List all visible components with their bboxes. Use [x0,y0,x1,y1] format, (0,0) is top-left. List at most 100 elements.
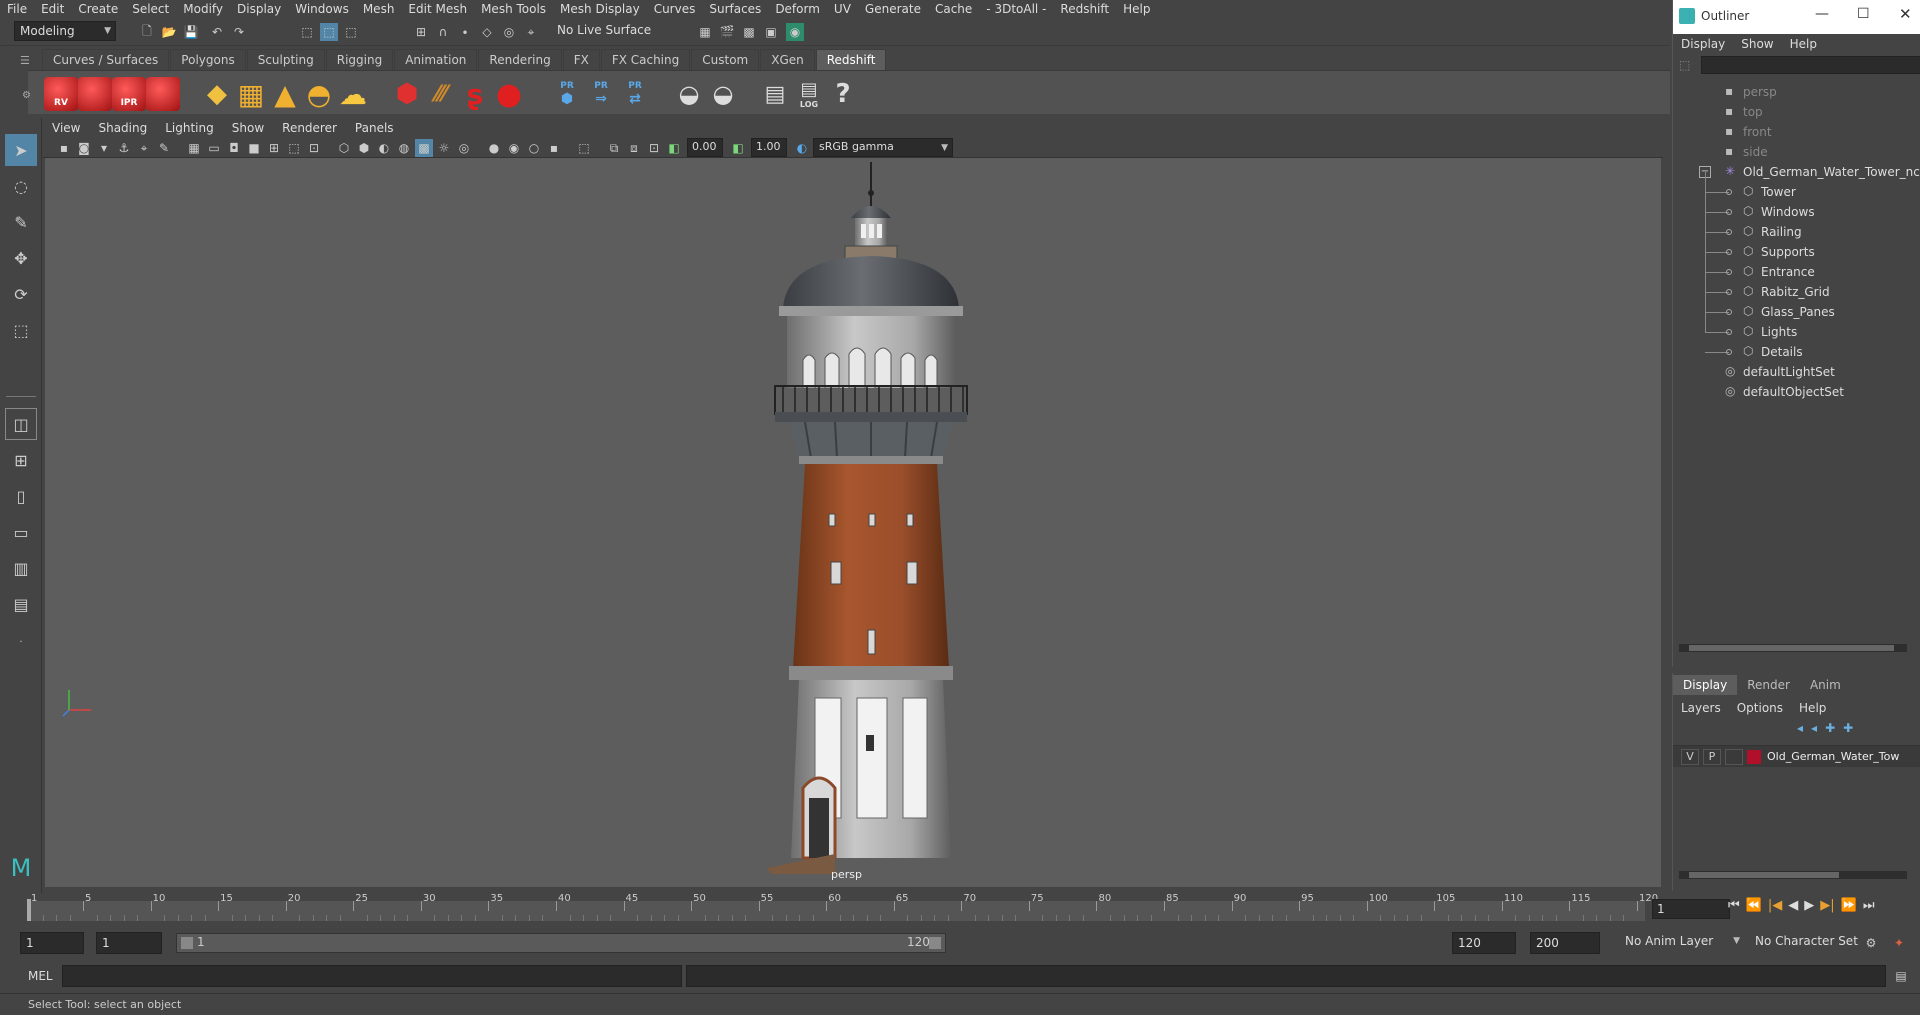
step-forward-icon[interactable]: ⏩ [1841,898,1857,913]
shelf-tab-sculpting[interactable]: Sculpting [246,49,325,70]
outliner-h-scrollbar[interactable] [1679,644,1907,652]
graph-persp-icon[interactable]: ▭ [5,516,37,548]
menu-curves[interactable]: Curves [647,2,703,16]
help-icon[interactable]: ? [826,77,860,111]
gamma-field[interactable]: 1.00 [751,138,787,157]
redshift-batch-icon[interactable] [78,77,112,111]
redshift-render-icon[interactable]: ◉ [786,23,804,41]
rs-sphere-icon[interactable]: ● [492,77,526,112]
panel-menu-shading[interactable]: Shading [89,121,156,135]
panel-menu-view[interactable]: View [43,121,89,135]
shelf-tab-animation[interactable]: Animation [394,49,478,70]
aa-icon[interactable]: ○ [525,139,543,157]
smooth-shade-icon[interactable]: ⬢ [355,139,373,157]
playback-end-field[interactable]: 120 [1452,932,1516,954]
current-frame-field[interactable]: 1 [1652,899,1730,919]
panel-menu-lighting[interactable]: Lighting [156,121,223,135]
pr-icon-3[interactable]: PR ⇄ [618,77,652,111]
motion-blur-icon[interactable]: ◉ [505,139,523,157]
rs-sun-light-icon[interactable]: ☁ [336,77,370,111]
2d-pan-icon[interactable]: ⌖ [135,139,153,157]
snap-grid-icon[interactable]: ⊞ [412,23,430,41]
menu-file[interactable]: File [0,2,34,16]
menu-mesh-tools[interactable]: Mesh Tools [474,2,553,16]
rs-curve-icon[interactable]: ʂ [458,77,492,111]
close-icon[interactable]: ✕ [1899,5,1912,23]
use-all-lights-icon[interactable]: ▩ [415,139,433,157]
default-material-icon[interactable]: ◐ [375,139,393,157]
shelf-gear-icon[interactable]: ⚙ [22,90,31,101]
layer-tab-render[interactable]: Render [1737,675,1800,695]
view-transform-dropdown[interactable]: sRGB gamma ▼ [813,138,953,157]
outliner-item[interactable]: ⬡ Supports [1673,242,1913,262]
auto-key-icon[interactable]: ⚙ [1862,934,1880,952]
shelf-tab-fx-caching[interactable]: FX Caching [600,49,691,70]
rs-dome-light-icon[interactable]: ◓ [302,77,336,111]
prev-key-icon[interactable]: |◀ [1768,898,1782,913]
menu-redshift[interactable]: Redshift [1053,2,1116,16]
scale-tool-icon[interactable]: ⬚ [5,314,37,346]
rs-spot-light-icon[interactable]: ▲ [268,77,302,111]
camera-attr-icon[interactable]: ◙ [75,139,93,157]
resolution-gate-icon[interactable]: ◘ [225,139,243,157]
ipr-render-icon[interactable]: ▩ [740,23,758,41]
workspace-dropdown[interactable]: Modeling ▼ [14,21,116,41]
exposure-field[interactable]: 0.00 [687,138,723,157]
menu-deform[interactable]: Deform [768,2,827,16]
ao-icon[interactable]: ● [485,139,503,157]
layer-playback-toggle[interactable]: P [1703,749,1721,765]
render-view-icon[interactable]: ▣ [762,23,780,41]
anim-layer-dropdown[interactable]: No Anim Layer ▼ [1620,932,1744,954]
move-tool-icon[interactable]: ✥ [5,242,37,274]
shadows-icon[interactable]: ☼ [435,139,453,157]
select-tool-icon[interactable]: ➤ [5,134,37,166]
layer-display-type-toggle[interactable] [1725,749,1743,765]
outliner-scroll-thumb[interactable] [1689,645,1894,651]
camera-select-icon[interactable]: ▪ [55,139,73,157]
outliner-persp-icon[interactable]: ▯ [5,480,37,512]
panel-menu-show[interactable]: Show [223,121,273,135]
rotate-tool-icon[interactable]: ⟳ [5,278,37,310]
frame-icon[interactable]: ⊡ [645,139,663,157]
outliner-item[interactable]: ◎ defaultObjectSet [1673,382,1913,402]
menu-edit-mesh[interactable]: Edit Mesh [401,2,474,16]
layer-scroll-thumb[interactable] [1689,872,1839,878]
script-editor-button-icon[interactable]: ▤ [1892,967,1910,985]
menu-generate[interactable]: Generate [858,2,928,16]
outliner-item[interactable]: ⬡ Entrance [1673,262,1913,282]
layer-row[interactable]: V P Old_German_Water_Tow [1673,745,1920,767]
safe-title-icon[interactable]: ⊡ [305,139,323,157]
redshift-ipr-icon[interactable]: IPR [112,77,146,111]
layer-menu-help[interactable]: Help [1791,701,1834,715]
wireframe-icon[interactable]: ⬡ [335,139,353,157]
script-language-label[interactable]: MEL [28,969,53,983]
rs-bowl-icon[interactable]: ◒ [672,77,706,111]
time-slider[interactable]: 1 5 10 15 20 25 30 35 40 45 50 55 60 65 70 75 80 85 90 95 10… [0,893,1670,921]
field-chart-icon[interactable]: ⊞ [265,139,283,157]
menu-modify[interactable]: Modify [176,2,230,16]
playback-start-field[interactable]: 1 [96,932,162,954]
two-view-icon[interactable]: ▥ [5,552,37,584]
dof-icon[interactable]: ▪ [545,139,563,157]
anim-prefs-icon[interactable]: ✦ [1890,934,1908,952]
panel-menu-panels[interactable]: Panels [346,121,403,135]
menu-mesh-display[interactable]: Mesh Display [553,2,647,16]
single-view-icon[interactable]: ◫ [5,408,37,440]
step-back-icon[interactable]: ⏪ [1746,898,1762,913]
menu-3dtoall[interactable]: - 3DtoAll - [979,2,1053,16]
shelf-tab-polygons[interactable]: Polygons [170,49,246,70]
layer-tab-display[interactable]: Display [1673,675,1738,695]
end-time-field[interactable]: 200 [1530,932,1600,954]
menu-edit[interactable]: Edit [34,2,71,16]
outliner-item[interactable]: ⬡ Rabitz_Grid [1673,282,1913,302]
rs-hair-icon[interactable]: ⁄⁄⁄ [424,77,458,111]
xray-joints-icon[interactable]: ⧉ [605,139,623,157]
outliner-item[interactable]: ▪ persp [1673,82,1913,102]
shelf-tab-rigging[interactable]: Rigging [325,49,394,70]
menu-surfaces[interactable]: Surfaces [702,2,768,16]
script-editor-icon[interactable]: ▤ [758,77,792,111]
isolate-icon[interactable]: ⬚ [575,139,593,157]
safe-action-icon[interactable]: ⬚ [285,139,303,157]
outliner-menu-help[interactable]: Help [1782,37,1825,51]
layer-visibility-toggle[interactable]: V [1681,749,1699,765]
